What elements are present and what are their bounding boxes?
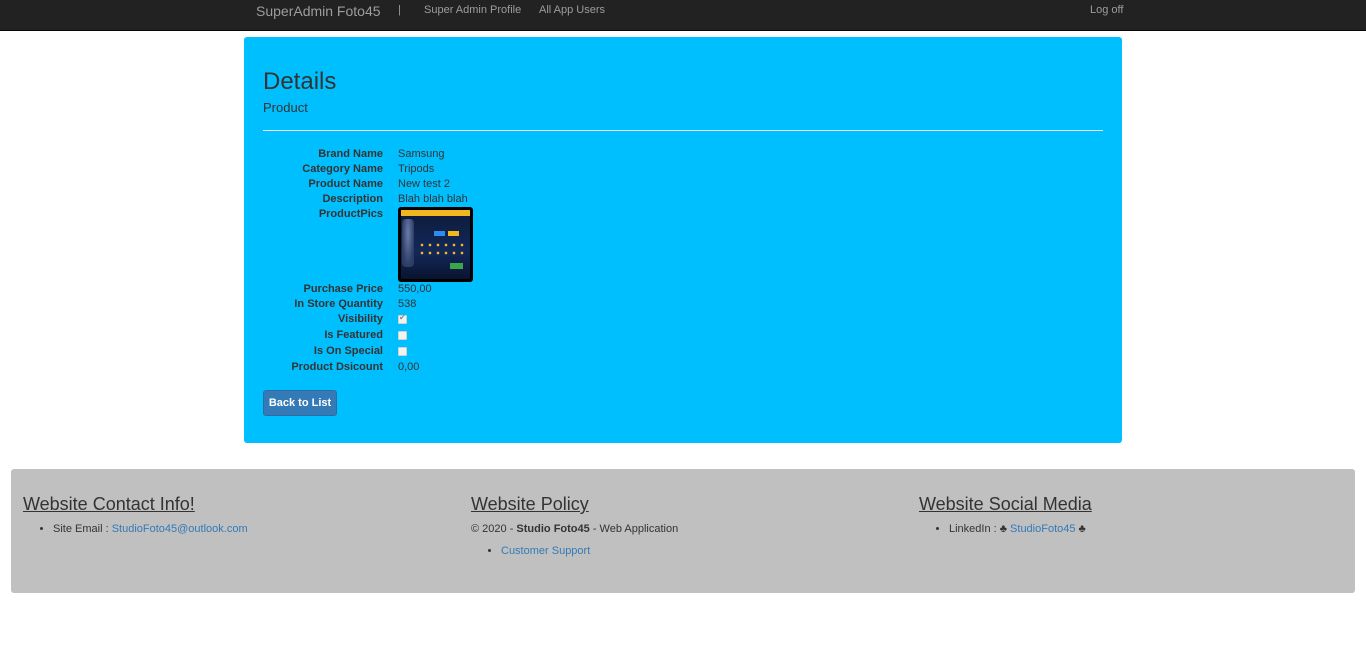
- detail-row-product-pics: ProductPics: [244, 207, 1122, 282]
- policy-heading: Website Policy: [471, 494, 589, 514]
- on-special-checkbox: [398, 347, 407, 356]
- logoff-link[interactable]: Log off: [1090, 4, 1123, 16]
- product-name-label: Product Name: [308, 178, 383, 190]
- page-title: Details: [263, 68, 337, 95]
- company-name: Studio Foto45: [516, 523, 590, 535]
- featured-label: Is Featured: [324, 329, 383, 341]
- copyright-line: © 2020 - Studio Foto45 - Web Application: [471, 522, 911, 536]
- purchase-price-value: 550,00: [398, 283, 432, 295]
- linkedin-label: LinkedIn :: [949, 523, 997, 535]
- contact-list: Site Email : StudioFoto45@outlook.com: [23, 522, 463, 536]
- brand-value: Samsung: [398, 148, 445, 160]
- page-subtitle: Product: [263, 100, 308, 115]
- detail-row-quantity: In Store Quantity 538: [244, 297, 1122, 312]
- nav-separator: |: [398, 4, 401, 16]
- site-footer: Website Contact Info! Site Email : Studi…: [11, 469, 1355, 593]
- club-icon: ♣: [1078, 523, 1086, 535]
- social-list: LinkedIn : ♣ StudioFoto45 ♣: [919, 522, 1359, 536]
- email-label: Site Email :: [53, 523, 109, 535]
- copyright-suffix: - Web Application: [592, 523, 679, 535]
- description-label: Description: [322, 193, 383, 205]
- divider: [263, 130, 1103, 131]
- product-image: [398, 207, 473, 282]
- nav-link-super-admin-profile[interactable]: Super Admin Profile: [424, 4, 521, 16]
- detail-row-visibility: Visibility ✔: [244, 312, 1122, 328]
- brand-link[interactable]: SuperAdmin Foto45: [256, 3, 381, 19]
- customer-support-link[interactable]: Customer Support: [501, 545, 590, 557]
- footer-social: Website Social Media LinkedIn : ♣ Studio…: [919, 493, 1359, 536]
- top-navbar: SuperAdmin Foto45 | Super Admin Profile …: [0, 0, 1366, 31]
- social-heading: Website Social Media: [919, 494, 1092, 514]
- on-special-label: Is On Special: [313, 345, 383, 357]
- detail-row-purchase-price: Purchase Price 550,00: [244, 282, 1122, 297]
- detail-row-on-special: Is On Special: [244, 344, 1122, 360]
- back-to-list-button[interactable]: Back to List: [263, 390, 337, 416]
- product-pics-label: ProductPics: [318, 208, 383, 220]
- details-panel: Details Product Brand Name Samsung Categ…: [244, 37, 1122, 443]
- email-link[interactable]: StudioFoto45@outlook.com: [112, 523, 248, 535]
- detail-row-product-name: Product Name New test 2: [244, 177, 1122, 192]
- discount-label: Product Dsicount: [291, 361, 383, 373]
- quantity-label: In Store Quantity: [294, 298, 383, 310]
- description-value: Blah blah blah: [398, 193, 468, 205]
- brand-label: Brand Name: [318, 148, 383, 160]
- category-label: Category Name: [302, 163, 383, 175]
- detail-row-brand: Brand Name Samsung: [244, 147, 1122, 162]
- product-name-value: New test 2: [398, 178, 450, 190]
- list-item: LinkedIn : ♣ StudioFoto45 ♣: [949, 522, 1359, 536]
- club-icon: ♣: [999, 523, 1007, 535]
- category-value: Tripods: [398, 163, 435, 175]
- list-item: Customer Support: [501, 544, 911, 558]
- check-icon: ✔: [399, 313, 406, 322]
- discount-value: 0,00: [398, 361, 420, 373]
- detail-row-description: Description Blah blah blah: [244, 192, 1122, 207]
- copyright-prefix: © 2020 -: [471, 523, 514, 535]
- contact-heading: Website Contact Info!: [23, 494, 195, 514]
- detail-row-category: Category Name Tripods: [244, 162, 1122, 177]
- details-list: Brand Name Samsung Category Name Tripods…: [244, 147, 1122, 375]
- footer-contact: Website Contact Info! Site Email : Studi…: [23, 493, 463, 536]
- purchase-price-label: Purchase Price: [303, 283, 384, 295]
- policy-list: Customer Support: [471, 544, 911, 558]
- footer-policy: Website Policy © 2020 - Studio Foto45 - …: [471, 493, 911, 558]
- visibility-checkbox: ✔: [398, 313, 407, 324]
- quantity-value: 538: [398, 298, 417, 310]
- detail-row-featured: Is Featured: [244, 328, 1122, 344]
- linkedin-link[interactable]: StudioFoto45: [1010, 523, 1075, 535]
- nav-link-all-app-users[interactable]: All App Users: [539, 4, 605, 16]
- list-item: Site Email : StudioFoto45@outlook.com: [53, 522, 463, 536]
- visibility-label: Visibility: [337, 313, 383, 325]
- featured-checkbox: [398, 331, 407, 340]
- detail-row-discount: Product Dsicount 0,00: [244, 360, 1122, 375]
